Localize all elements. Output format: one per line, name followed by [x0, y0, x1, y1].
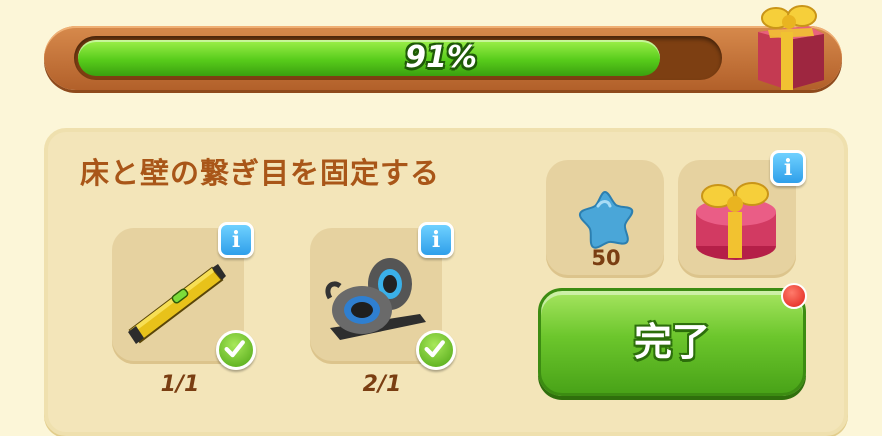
- gift-box-icon[interactable]: [748, 0, 830, 92]
- info-button-tape[interactable]: i: [418, 222, 454, 258]
- complete-button-label: 完了: [633, 320, 710, 364]
- check-icon-tape: [416, 330, 456, 370]
- requirement-count-level: 1/1: [160, 372, 200, 397]
- info-button-level[interactable]: i: [218, 222, 254, 258]
- info-button-gift[interactable]: i: [770, 150, 806, 186]
- notification-dot: [781, 283, 807, 309]
- requirement-count-tape: 2/1: [362, 372, 402, 397]
- reward-count-star: 50: [591, 246, 621, 270]
- check-icon-level: [216, 330, 256, 370]
- task-title: 床と壁の繋ぎ目を固定する: [80, 156, 441, 190]
